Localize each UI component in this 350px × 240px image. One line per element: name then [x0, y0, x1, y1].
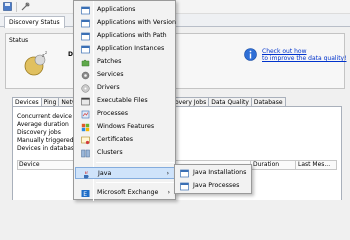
menu-item-label: Services: [97, 71, 124, 78]
menu-item-label: Certificates: [97, 136, 133, 143]
submenu-arrow-icon: ›: [166, 170, 169, 177]
stat-average-duration-label: Average duration: [17, 121, 69, 128]
menu-item-applications[interactable]: Applications: [75, 4, 175, 16]
menu-separator: [96, 182, 174, 183]
menu-item-windows-features[interactable]: Windows Features: [75, 121, 175, 133]
java-submenu: Java Installations Java Processes: [174, 164, 252, 194]
menu-item-label: Microsoft Exchange: [97, 189, 159, 196]
menu-item-label: Applications: [97, 6, 136, 13]
menu-item-label: Java: [98, 170, 112, 177]
svg-text:E: E: [83, 191, 87, 198]
status-illustration-icon: z z: [24, 50, 47, 76]
puzzle-icon: [81, 59, 90, 67]
menu-item-label: Drivers: [97, 84, 120, 91]
menu-item-label: Windows Features: [97, 123, 155, 130]
context-menu: Applications Applications with Version A…: [73, 0, 176, 201]
certificate-icon: [81, 136, 90, 145]
menu-item-applications-with-path[interactable]: Applications with Path: [75, 30, 175, 42]
column-separator[interactable]: [295, 161, 296, 169]
column-header-last-message[interactable]: Last Mes...: [298, 161, 330, 169]
submenu-arrow-icon: ›: [167, 189, 170, 196]
menu-item-label: Executable Files: [97, 97, 148, 104]
menu-item-clusters[interactable]: Clusters: [75, 147, 175, 159]
submenu-item-label: Java Processes: [193, 182, 240, 189]
window-icon: [81, 32, 90, 41]
toolbar-separator: [16, 1, 17, 12]
menu-item-label: Processes: [97, 110, 129, 117]
window-icon: [81, 6, 90, 15]
menu-item-label: Clusters: [97, 149, 123, 156]
tab-discovery-status[interactable]: Discovery Status: [4, 16, 65, 28]
menu-item-microsoft-exchange[interactable]: E Microsoft Exchange ›: [75, 187, 175, 199]
improve-data-quality-link[interactable]: Check out how to improve the data qualit…: [262, 48, 347, 62]
submenu-item-label: Java Installations: [193, 169, 247, 176]
menu-item-application-instances[interactable]: Application Instances: [75, 43, 175, 55]
stat-manually-triggered-label: Manually triggered: [17, 137, 74, 144]
save-icon[interactable]: [3, 2, 12, 11]
java-icon: [84, 171, 89, 179]
menu-item-java-processes[interactable]: Java Processes: [176, 180, 252, 192]
gear-icon: [81, 71, 90, 80]
window-icon: [180, 169, 189, 178]
clusters-icon: [81, 149, 90, 158]
menu-item-label: Patches: [97, 58, 122, 65]
stat-discovery-jobs-label: Discovery jobs: [17, 129, 61, 136]
menu-item-applications-with-version[interactable]: Applications with Version: [75, 17, 176, 29]
exchange-icon: E: [81, 190, 90, 198]
window-icon: [180, 182, 189, 191]
menu-item-patches[interactable]: Patches: [75, 56, 175, 68]
menu-item-java-installations[interactable]: Java Installations: [176, 167, 252, 179]
status-group-label: Status: [9, 37, 29, 44]
menu-item-certificates[interactable]: Certificates: [75, 134, 175, 146]
menu-item-java[interactable]: Java ›: [75, 167, 175, 179]
column-header-device[interactable]: Device: [19, 161, 40, 169]
process-icon: [81, 110, 90, 119]
exe-icon: [81, 97, 90, 106]
menu-separator: [96, 162, 174, 163]
column-header-duration[interactable]: Duration: [253, 161, 279, 169]
menu-item-executable-files[interactable]: Executable Files: [75, 95, 175, 107]
menu-item-services[interactable]: Services: [75, 69, 175, 81]
svg-text:z: z: [45, 50, 47, 55]
menu-item-drivers[interactable]: Drivers: [75, 82, 175, 94]
menu-item-label: Applications with Path: [97, 32, 167, 39]
window-icon: [81, 19, 90, 28]
menu-item-label: Application Instances: [97, 45, 165, 52]
link-line-2: to improve the data quality!: [262, 55, 347, 62]
menu-item-label: Applications with Version: [97, 19, 176, 26]
disc-icon: [81, 84, 90, 93]
features-icon: [81, 123, 90, 132]
stat-devices-in-database-label: Devices in database: [17, 145, 78, 152]
tools-icon[interactable]: [21, 2, 30, 11]
menu-item-processes[interactable]: Processes: [75, 108, 175, 120]
link-line-1: Check out how: [262, 48, 307, 55]
info-icon: [244, 48, 257, 61]
window-icon: [81, 45, 90, 54]
